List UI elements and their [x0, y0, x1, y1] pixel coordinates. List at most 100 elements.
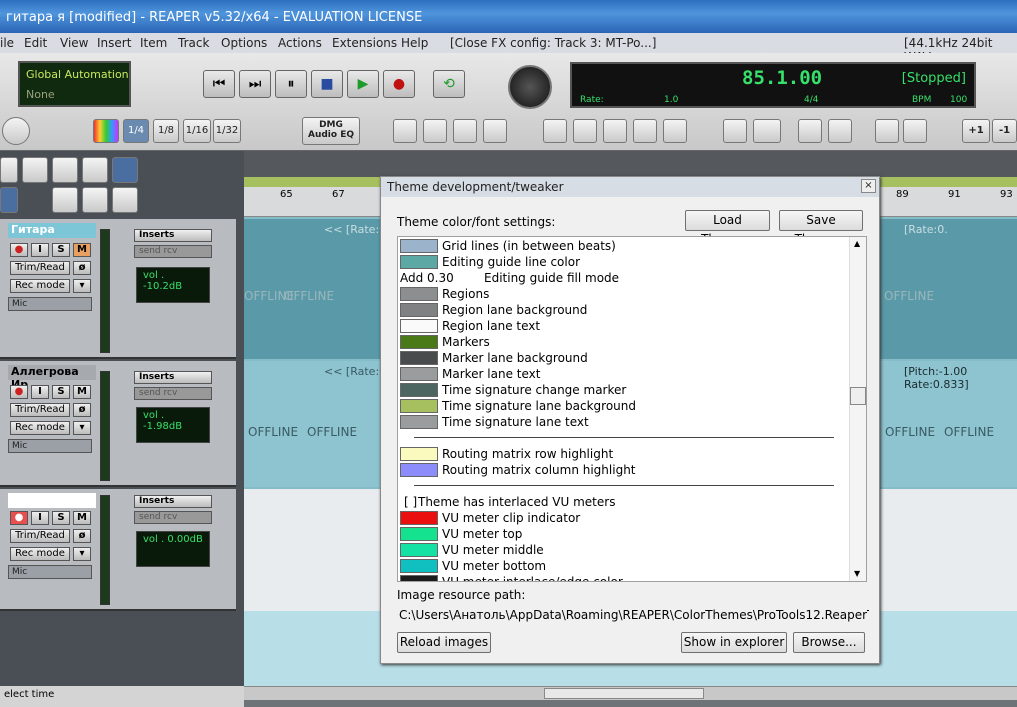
color-swatch[interactable]: [400, 255, 438, 269]
grid-1-16-button[interactable]: 1/16: [183, 119, 211, 143]
setting-row[interactable]: Add 0.30 Editing guide fill mode: [400, 270, 848, 286]
list-icon[interactable]: [112, 187, 138, 213]
snap-icon[interactable]: [543, 119, 567, 143]
setting-prefix[interactable]: Add 0.30: [400, 270, 454, 286]
record-button[interactable]: ●: [383, 70, 415, 98]
track-1-record-arm[interactable]: ●: [10, 243, 28, 257]
track-2-inserts[interactable]: Inserts: [134, 371, 212, 384]
setting-row[interactable]: Routing matrix row highlight: [400, 446, 848, 462]
dmg-eq-button[interactable]: DMG Audio EQ: [302, 117, 360, 145]
new-file-icon[interactable]: [22, 157, 48, 183]
menu-help[interactable]: Help: [401, 36, 428, 50]
pause-button[interactable]: ⏸: [275, 70, 307, 98]
color-swatch[interactable]: [400, 239, 438, 253]
go-to-end-button[interactable]: ⏭: [239, 70, 271, 98]
color-swatch[interactable]: [400, 463, 438, 477]
track-2-automation-mode[interactable]: Trim/Read: [10, 403, 70, 417]
minus-one-button[interactable]: -1: [992, 119, 1017, 143]
track-3-input[interactable]: Mic: [8, 565, 92, 579]
color-swatch[interactable]: [400, 335, 438, 349]
rate-value[interactable]: 1.0: [664, 95, 678, 105]
track-1-phase-icon[interactable]: ø: [73, 261, 91, 275]
track-1[interactable]: Гитара ● I S M Trim/Read ø Rec mode ▾ Mi…: [0, 219, 236, 359]
reload-images-button[interactable]: Reload images: [397, 632, 491, 653]
track-3-dropdown-icon[interactable]: ▾: [73, 547, 91, 561]
auto-crossfade-icon[interactable]: [82, 187, 108, 213]
grid-1-32-button[interactable]: 1/32: [213, 119, 241, 143]
track-1-name[interactable]: Гитара: [8, 223, 96, 238]
menu-insert[interactable]: Insert: [97, 36, 131, 50]
color-swatch[interactable]: [400, 511, 438, 525]
scroll-down-icon[interactable]: ▼: [854, 569, 860, 578]
global-automation-box[interactable]: Global Automation None: [18, 61, 131, 107]
menu-file[interactable]: ile: [0, 36, 14, 50]
track-3-solo-button[interactable]: S: [52, 511, 70, 525]
menu-track[interactable]: Track: [178, 36, 209, 50]
show-in-explorer-button[interactable]: Show in explorer: [681, 632, 787, 653]
horizontal-scrollbar[interactable]: [244, 686, 1017, 700]
color-swatch[interactable]: [400, 303, 438, 317]
load-theme-button[interactable]: Load Theme...: [685, 210, 770, 246]
track-3-phase-icon[interactable]: ø: [73, 529, 91, 543]
color-swatch[interactable]: [400, 527, 438, 541]
add-marker-icon[interactable]: [663, 119, 687, 143]
grid-1-4-button[interactable]: 1/4: [123, 119, 149, 143]
track-2-volume[interactable]: vol . -1.98dB: [136, 407, 210, 443]
save-theme-button[interactable]: Save Theme...: [779, 210, 863, 246]
open-file-icon[interactable]: [52, 157, 78, 183]
setting-row[interactable]: Region lane text: [400, 318, 848, 334]
color-swatch[interactable]: [400, 383, 438, 397]
track-1-input[interactable]: Mic: [8, 297, 92, 311]
track-1-rec-mode[interactable]: Rec mode: [10, 279, 70, 293]
track-1-mute-button[interactable]: M: [73, 243, 91, 257]
setting-row[interactable]: VU meter interlace/edge color: [400, 574, 848, 581]
color-swatch[interactable]: [400, 575, 438, 581]
track-tool-icon[interactable]: [0, 157, 18, 183]
track-3-send-rcv[interactable]: send rcv: [134, 511, 212, 524]
mixer-icon[interactable]: [723, 119, 747, 143]
setting-row[interactable]: Routing matrix column highlight: [400, 462, 848, 478]
zoom-in-vertical-icon[interactable]: [875, 119, 899, 143]
selection-tool-icon[interactable]: [423, 119, 447, 143]
menu-fx-config[interactable]: [Close FX config: Track 3: MT-Po...]: [450, 36, 656, 50]
setting-row[interactable]: Marker lane text: [400, 366, 848, 382]
setting-row[interactable]: Markers: [400, 334, 848, 350]
grid-1-8-button[interactable]: 1/8: [153, 119, 179, 143]
envelope-tool-icon[interactable]: [82, 157, 108, 183]
color-swatch[interactable]: [400, 399, 438, 413]
track-2-mute-button[interactable]: M: [73, 385, 91, 399]
track-1-inserts[interactable]: Inserts: [134, 229, 212, 242]
zoom-out-vertical-icon[interactable]: [903, 119, 927, 143]
color-swatch[interactable]: [400, 447, 438, 461]
menu-extensions[interactable]: Extensions: [332, 36, 397, 50]
track-2-record-arm[interactable]: ●: [10, 385, 28, 399]
setting-row[interactable]: [ ] Theme has interlaced VU meters: [400, 494, 848, 510]
track-1-send-rcv[interactable]: send rcv: [134, 245, 212, 258]
track-2-dropdown-icon[interactable]: ▾: [73, 421, 91, 435]
ripple-edit-icon[interactable]: [573, 119, 597, 143]
scroll-thumb[interactable]: [850, 387, 866, 405]
bpm-value[interactable]: 100: [950, 95, 967, 105]
track-3-record-arm[interactable]: ●: [10, 511, 28, 525]
setting-row[interactable]: Marker lane background: [400, 350, 848, 366]
browse-button[interactable]: Browse...: [793, 632, 865, 653]
track-3-name[interactable]: [8, 493, 96, 508]
horizontal-scroll-thumb[interactable]: [544, 688, 704, 699]
cursor-tool-icon[interactable]: [0, 187, 18, 213]
track-2-rec-mode[interactable]: Rec mode: [10, 421, 70, 435]
zoom-out-horizontal-icon[interactable]: [828, 119, 852, 143]
track-1-mono-button[interactable]: I: [31, 243, 49, 257]
setting-row[interactable]: Time signature change marker: [400, 382, 848, 398]
color-swatch[interactable]: [400, 543, 438, 557]
setting-row[interactable]: VU meter clip indicator: [400, 510, 848, 526]
menu-actions[interactable]: Actions: [278, 36, 322, 50]
track-3[interactable]: ● I S M Trim/Read ø Rec mode ▾ Mic Inser…: [0, 489, 236, 611]
glue-tool-icon[interactable]: [483, 119, 507, 143]
track-2-send-rcv[interactable]: send rcv: [134, 387, 212, 400]
setting-prefix[interactable]: [ ]: [404, 494, 417, 510]
metronome-icon[interactable]: [52, 187, 78, 213]
list-scrollbar[interactable]: ▲ ▼: [849, 237, 866, 581]
track-1-automation-mode[interactable]: Trim/Read: [10, 261, 70, 275]
setting-row[interactable]: Time signature lane text: [400, 414, 848, 430]
track-2-solo-button[interactable]: S: [52, 385, 70, 399]
